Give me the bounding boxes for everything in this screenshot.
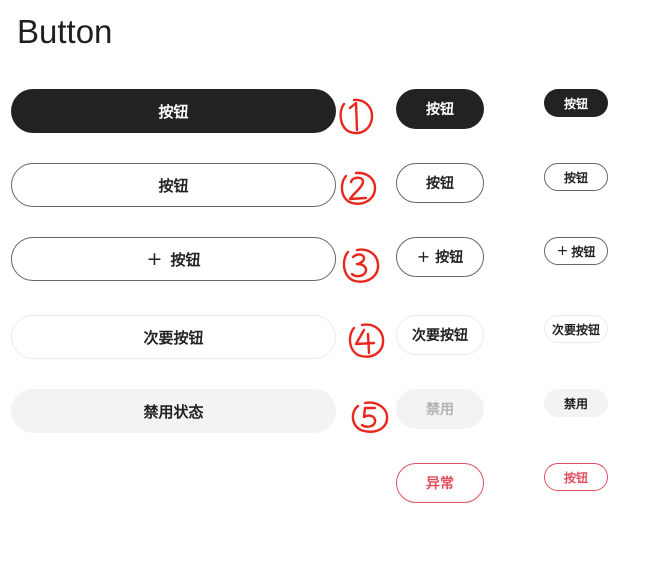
outline-button-large[interactable]: 按钮 — [11, 163, 336, 207]
secondary-button-large[interactable]: 次要按钮 — [11, 315, 336, 359]
button-label: 禁用 — [563, 396, 588, 411]
error-button-medium[interactable]: 异常 — [396, 463, 484, 503]
button-label: 按钮 — [170, 250, 201, 269]
annotation-number-4 — [348, 323, 385, 358]
button-label: 按钮 — [426, 102, 454, 118]
button-label: 次要按钮 — [412, 328, 468, 344]
page-title: Button — [17, 13, 113, 50]
primary-button-large[interactable]: 按钮 — [11, 89, 336, 133]
annotation-number-2 — [340, 171, 377, 205]
annotation-number-3 — [342, 248, 380, 283]
plus-icon: + — [556, 243, 569, 259]
button-label: 按钮 — [435, 250, 464, 266]
plus-icon: + — [416, 247, 431, 266]
outline-button-small[interactable]: 按钮 — [544, 163, 608, 191]
add-button-medium[interactable]: + 按钮 — [396, 237, 484, 277]
annotation-number-1 — [339, 98, 374, 135]
secondary-button-medium[interactable]: 次要按钮 — [396, 315, 484, 355]
error-button-small[interactable]: 按钮 — [544, 463, 608, 491]
add-button-small[interactable]: + 按钮 — [544, 237, 608, 265]
outline-button-medium[interactable]: 按钮 — [396, 163, 484, 203]
disabled-button-small: 禁用 — [544, 389, 608, 417]
button-label: 禁用状态 — [143, 402, 204, 421]
add-button-large[interactable]: + 按钮 — [11, 237, 336, 281]
disabled-button-medium: 禁用 — [396, 389, 484, 429]
primary-button-small[interactable]: 按钮 — [544, 89, 608, 117]
annotation-number-5 — [351, 401, 389, 433]
button-label: 按钮 — [158, 176, 189, 195]
button-label: 异常 — [426, 476, 454, 492]
button-label: 禁用 — [426, 402, 454, 418]
button-label: 次要按钮 — [551, 322, 600, 337]
primary-button-medium[interactable]: 按钮 — [396, 89, 484, 129]
button-label: 按钮 — [563, 170, 588, 185]
button-label: 次要按钮 — [143, 328, 204, 347]
disabled-button-large: 禁用状态 — [11, 389, 336, 433]
button-label: 按钮 — [563, 96, 588, 111]
button-label: 按钮 — [426, 176, 454, 192]
button-label: 按钮 — [571, 244, 596, 259]
plus-icon: + — [146, 247, 163, 270]
button-label: 按钮 — [563, 470, 588, 485]
button-label: 按钮 — [158, 102, 189, 121]
secondary-button-small[interactable]: 次要按钮 — [544, 315, 608, 343]
